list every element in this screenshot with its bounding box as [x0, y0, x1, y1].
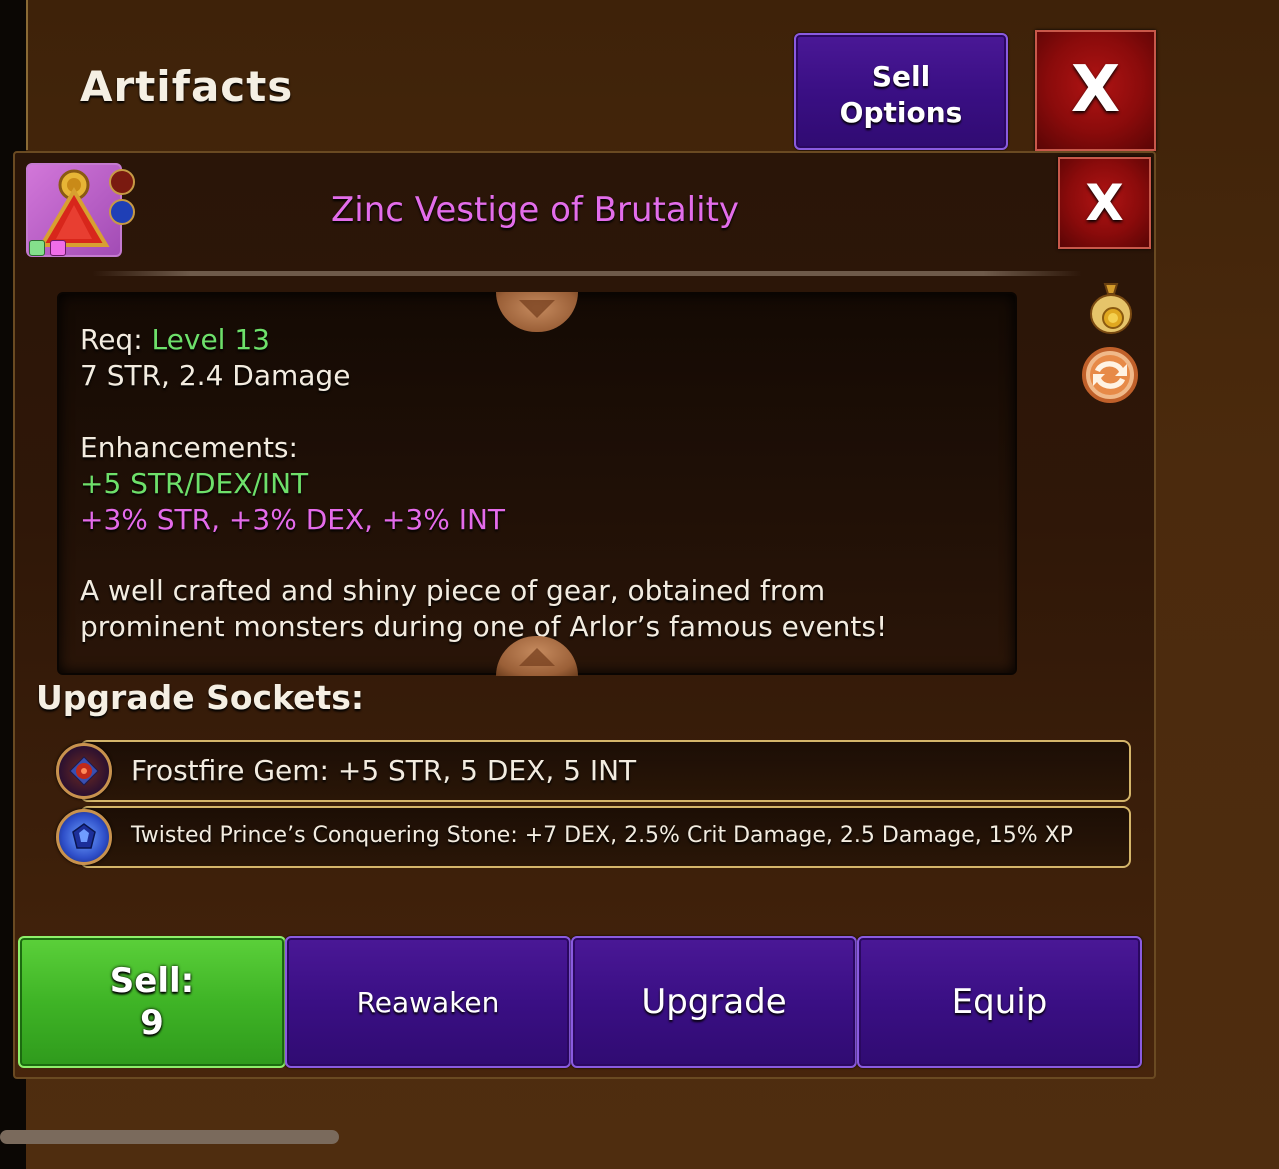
gold-bag-icon[interactable] — [1087, 278, 1135, 340]
close-item-button[interactable]: X — [1058, 157, 1151, 249]
rarity-dot-pink — [50, 240, 66, 256]
chevron-up-icon — [519, 648, 555, 666]
req-level: Level 13 — [151, 323, 270, 356]
equip-button[interactable]: Equip — [857, 936, 1142, 1068]
horizontal-scrollbar[interactable] — [0, 1130, 339, 1144]
sell-options-line1: Sell — [871, 60, 931, 93]
rarity-dot-green — [29, 240, 45, 256]
description-line-1: A well crafted and shiny piece of gear, … — [80, 574, 826, 607]
conquering-stone-icon — [109, 199, 135, 225]
close-window-button[interactable]: X — [1035, 30, 1156, 151]
page-title: Artifacts — [80, 62, 294, 111]
item-name: Zinc Vestige of Brutality — [330, 190, 740, 230]
sell-options-button[interactable]: Sell Options — [794, 33, 1008, 150]
frostfire-gem-icon[interactable] — [56, 743, 112, 799]
upgrade-button[interactable]: Upgrade — [571, 936, 857, 1068]
enhancements-label: Enhancements: — [80, 431, 298, 464]
frostfire-gem-icon — [109, 169, 135, 195]
chevron-down-icon — [519, 300, 555, 318]
base-stats: 7 STR, 2.4 Damage — [80, 359, 351, 392]
socket-frostfire-text: Frostfire Gem: +5 STR, 5 DEX, 5 INT — [131, 754, 637, 787]
title-divider — [92, 271, 1082, 276]
sell-button[interactable]: Sell: 9 — [18, 936, 286, 1068]
reawaken-button[interactable]: Reawaken — [285, 936, 571, 1068]
sell-label: Sell: — [109, 961, 195, 1001]
sell-value: 9 — [140, 1003, 164, 1043]
conquering-stone-icon[interactable] — [56, 809, 112, 865]
enhancement-pink: +3% STR, +3% DEX, +3% INT — [80, 503, 506, 536]
socket-conquering-text: Twisted Prince’s Conquering Stone: +7 DE… — [131, 823, 1073, 848]
description-line-2: prominent monsters during one of Arlor’s… — [80, 610, 888, 643]
requirement-line: Req: Level 13 — [80, 322, 270, 358]
upgrade-sockets-title: Upgrade Sockets: — [36, 678, 365, 717]
swap-icon[interactable] — [1081, 346, 1139, 408]
req-label: Req: — [80, 323, 143, 356]
enhancement-green: +5 STR/DEX/INT — [80, 467, 309, 500]
sell-options-line2: Options — [839, 96, 963, 129]
